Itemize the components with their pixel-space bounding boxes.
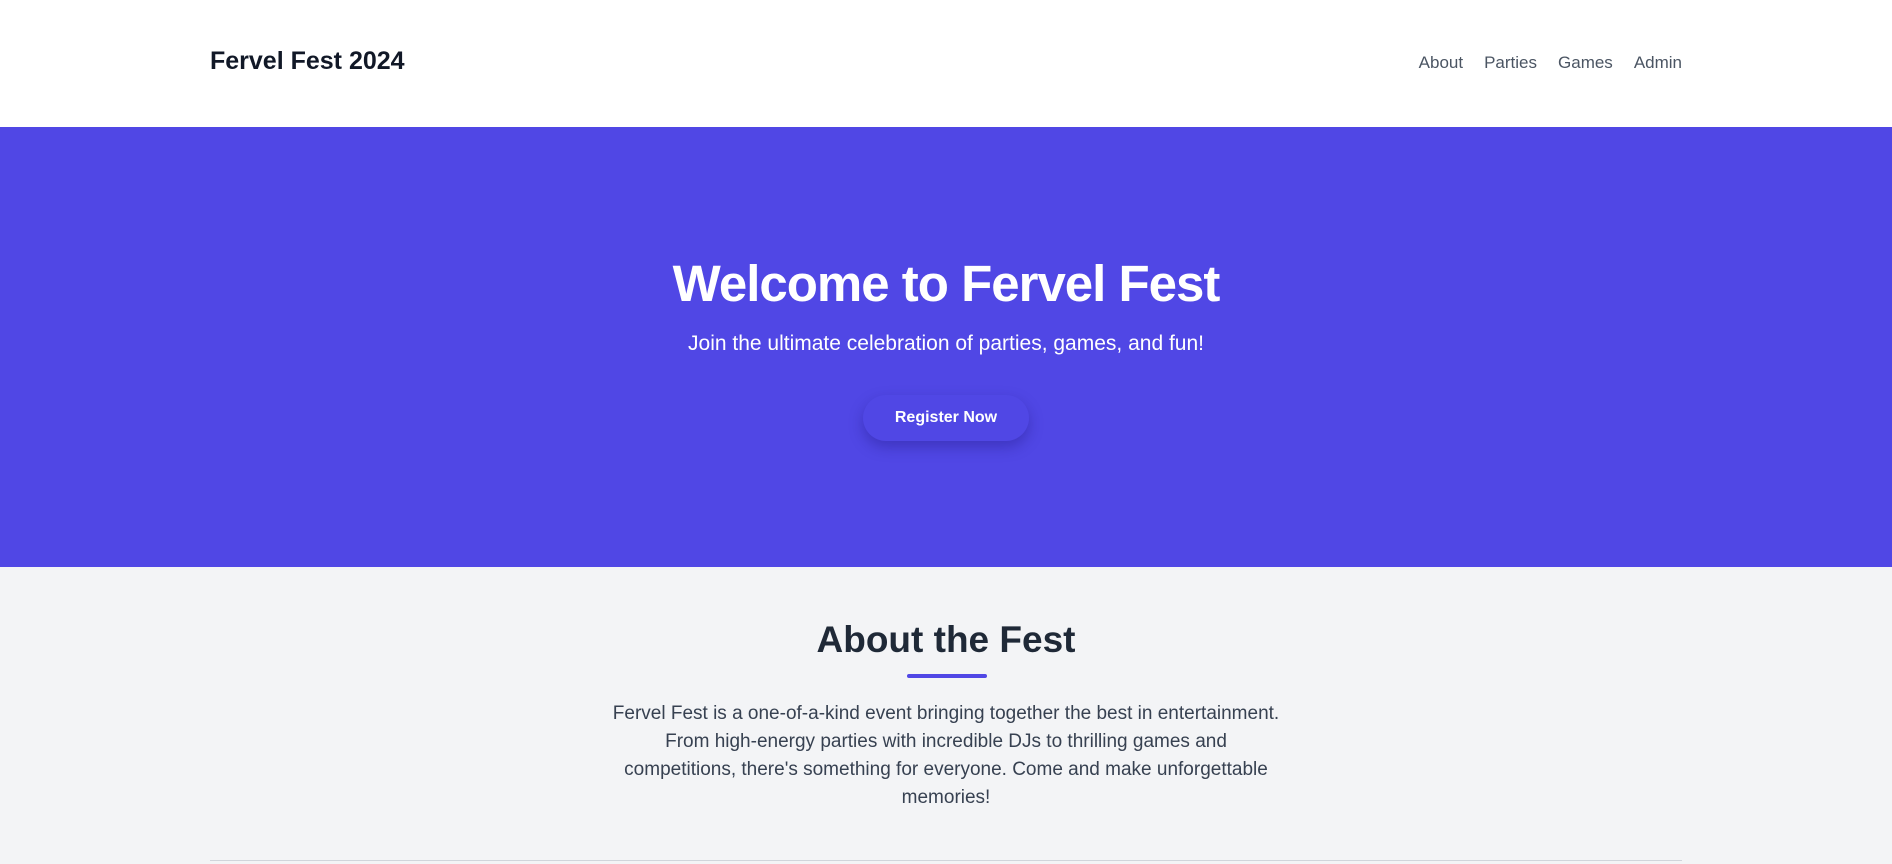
about-description: Fervel Fest is a one-of-a-kind event bri… (612, 703, 1280, 808)
main-nav: About Parties Games Admin (1419, 53, 1682, 73)
hero-subtitle: Join the ultimate celebration of parties… (688, 332, 1204, 355)
hero-title: Welcome to Fervel Fest (672, 255, 1221, 312)
nav-link-about[interactable]: About (1419, 53, 1463, 73)
title-underline (907, 674, 987, 678)
brand-logo-text[interactable]: Fervel Fest 2024 (210, 47, 405, 76)
nav-link-admin[interactable]: Admin (1634, 53, 1682, 73)
site-header: Fervel Fest 2024 About Parties Games Adm… (0, 0, 1892, 127)
hero-section: Welcome to Fervel Fest Join the ultimate… (0, 127, 1892, 567)
section-divider (210, 860, 1682, 861)
nav-link-parties[interactable]: Parties (1484, 53, 1537, 73)
about-section: About the Fest Fervel Fest is a one-of-a… (0, 567, 1892, 864)
about-title: About the Fest (816, 619, 1076, 660)
register-now-button[interactable]: Register Now (863, 395, 1029, 441)
nav-link-games[interactable]: Games (1558, 53, 1613, 73)
